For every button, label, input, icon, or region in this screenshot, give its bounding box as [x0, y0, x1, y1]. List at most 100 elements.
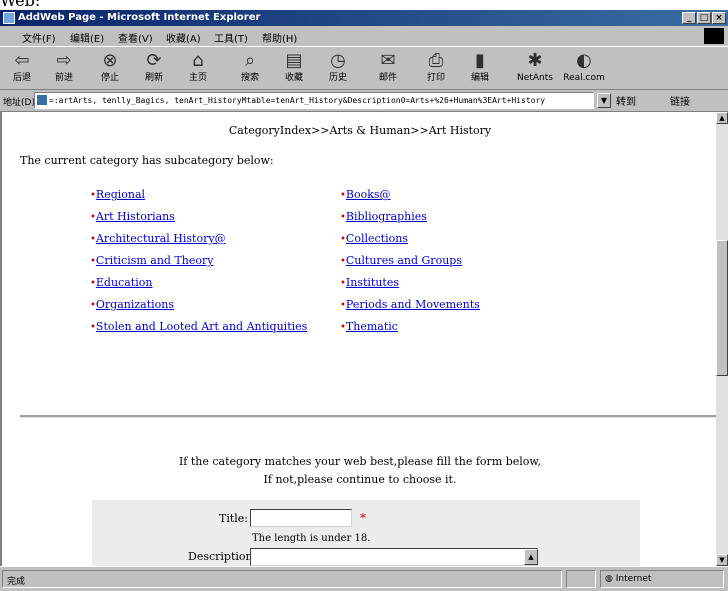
vertical-scrollbar[interactable]: ▲ ▼ [716, 112, 728, 566]
ie-icon [3, 12, 15, 24]
scrollbar-thumb[interactable] [716, 240, 728, 376]
breadcrumb: CategoryIndex>>Arts & Human>>Art History [228, 124, 492, 137]
subcategory-link-collections[interactable]: Collections [346, 232, 408, 245]
search-icon: ⌕ [244, 50, 256, 71]
browser-window: AddWeb Page - Microsoft Internet Explore… [0, 10, 728, 591]
subcategory-link-criticism-and-theory[interactable]: Criticism and Theory [96, 254, 214, 267]
print-icon: ⎙ [428, 50, 444, 71]
address-value: =:artArts, tenlly_Bagics, tenArt_History… [49, 96, 546, 105]
subcategory-link-organizations[interactable]: Organizations [96, 298, 174, 311]
description-scroll-button[interactable]: ▲ [524, 549, 538, 565]
list-item: •Education [90, 276, 153, 289]
subcategory-list-left: •Regional •Art Historians •Architectural… [90, 188, 307, 342]
print-button[interactable]: ⎙ 打印 [418, 50, 454, 88]
status-pane-empty [566, 570, 596, 588]
list-item: •Periods and Movements [340, 298, 480, 311]
go-button[interactable]: 转到 [616, 93, 636, 108]
status-zone: ◍ Internet [600, 570, 724, 588]
window-title: AddWeb Page - Microsoft Internet Explore… [18, 12, 261, 23]
scroll-up-arrow-icon[interactable]: ▲ [716, 112, 728, 124]
description-input[interactable] [250, 548, 538, 566]
subcategory-link-institutes[interactable]: Institutes [346, 276, 399, 289]
clipped-page-text: Web: [0, 0, 728, 10]
netants-button[interactable]: ✱ NetAnts [514, 50, 556, 88]
forward-arrow-icon: ⇨ [56, 50, 72, 71]
edit-icon: ▮ [475, 50, 485, 71]
subcategory-link-art-historians[interactable]: Art Historians [96, 210, 175, 223]
address-label: 地址(D) [3, 98, 35, 108]
subcategory-link-periods-and-movements[interactable]: Periods and Movements [346, 298, 480, 311]
subcategory-link-cultures-and-groups[interactable]: Cultures and Groups [346, 254, 462, 267]
forward-button[interactable]: ⇨ 前进 [46, 50, 82, 88]
windows-logo-icon [704, 28, 724, 44]
realcom-icon: ◐ [576, 50, 592, 71]
subcategory-link-stolen-and-looted-art[interactable]: Stolen and Looted Art and Antiquities [96, 320, 307, 333]
refresh-icon: ⟳ [146, 50, 162, 71]
globe-icon: ◍ [605, 574, 616, 584]
minimize-button[interactable]: _ [682, 12, 696, 24]
edit-button[interactable]: ▮ 编辑 [462, 50, 498, 88]
subcategory-link-books[interactable]: Books@ [346, 188, 391, 201]
favorites-button[interactable]: ▤ 收藏 [276, 50, 312, 88]
list-item: •Cultures and Groups [340, 254, 462, 267]
refresh-button[interactable]: ⟳ 刷新 [136, 50, 172, 88]
links-button[interactable]: 链接 [670, 93, 690, 108]
back-button[interactable]: ⇦ 后退 [4, 50, 40, 88]
list-item: •Books@ [340, 188, 391, 201]
subcategory-list-right: •Books@ •Bibliographies •Collections •Cu… [340, 188, 480, 342]
favorites-icon: ▤ [285, 50, 303, 71]
description-label: Description: [188, 550, 257, 563]
submit-form: Title: * The length is under 18. Descrip… [92, 500, 640, 566]
list-item: •Thematic [340, 320, 398, 333]
title-input[interactable] [250, 509, 352, 527]
mail-icon: ✉ [380, 50, 396, 71]
stop-button[interactable]: ⊗ 停止 [92, 50, 128, 88]
subcategory-link-thematic[interactable]: Thematic [346, 320, 398, 333]
stop-icon: ⊗ [102, 50, 118, 71]
list-item: •Criticism and Theory [90, 254, 214, 267]
mail-button[interactable]: ✉ 邮件 [370, 50, 406, 88]
list-item: •Art Historians [90, 210, 175, 223]
list-item: •Collections [340, 232, 408, 245]
scroll-down-arrow-icon[interactable]: ▼ [716, 554, 728, 566]
maximize-button[interactable]: □ [697, 12, 711, 24]
menu-file[interactable]: 文件(F) [22, 30, 56, 45]
menu-favorites[interactable]: 收藏(A) [166, 30, 201, 45]
status-text: 完成 [2, 570, 562, 588]
standard-toolbar: ⇦ 后退 ⇨ 前进 ⊗ 停止 ⟳ 刷新 ⌂ 主页 ⌕ 搜索 ▤ 收藏 ◷ 历史 [0, 46, 728, 90]
address-input[interactable]: =:artArts, tenlly_Bagics, tenArt_History… [34, 92, 594, 109]
subcategory-link-regional[interactable]: Regional [96, 188, 145, 201]
close-button[interactable]: × [712, 12, 726, 24]
menu-view[interactable]: 查看(V) [118, 30, 153, 45]
list-item: •Institutes [340, 276, 399, 289]
intro-text: The current category has subcategory bel… [20, 154, 274, 167]
list-item: •Regional [90, 188, 146, 201]
menu-edit[interactable]: 编辑(E) [70, 30, 104, 45]
realcom-button[interactable]: ◐ Real.com [562, 50, 606, 88]
home-icon: ⌂ [192, 50, 204, 71]
netants-icon: ✱ [527, 50, 543, 71]
subcategory-link-architectural-history[interactable]: Architectural History@ [96, 232, 226, 245]
menu-bar: 文件(F) 编辑(E) 查看(V) 收藏(A) 工具(T) 帮助(H) [0, 26, 728, 46]
history-button[interactable]: ◷ 历史 [320, 50, 356, 88]
title-label: Title: [218, 512, 248, 525]
title-bar: AddWeb Page - Microsoft Internet Explore… [0, 10, 728, 26]
title-hint: The length is under 18. [252, 533, 371, 544]
home-button[interactable]: ⌂ 主页 [180, 50, 216, 88]
menu-help[interactable]: 帮助(H) [262, 30, 297, 45]
address-bar: 地址(D) =:artArts, tenlly_Bagics, tenArt_H… [0, 90, 728, 112]
required-mark: * [360, 511, 366, 525]
address-dropdown-button[interactable]: ▼ [597, 93, 611, 108]
menu-tools[interactable]: 工具(T) [214, 30, 248, 45]
status-bar: 完成 ◍ Internet [0, 566, 728, 591]
list-item: •Bibliographies [340, 210, 427, 223]
subcategory-link-education[interactable]: Education [96, 276, 153, 289]
back-arrow-icon: ⇦ [14, 50, 30, 71]
page-content: CategoryIndex>>Arts & Human>>Art History… [0, 112, 716, 566]
history-icon: ◷ [330, 50, 346, 71]
search-button[interactable]: ⌕ 搜索 [232, 50, 268, 88]
page-icon [37, 95, 47, 105]
horizontal-rule [20, 415, 716, 418]
subcategory-link-bibliographies[interactable]: Bibliographies [346, 210, 427, 223]
list-item: •Architectural History@ [90, 232, 226, 245]
